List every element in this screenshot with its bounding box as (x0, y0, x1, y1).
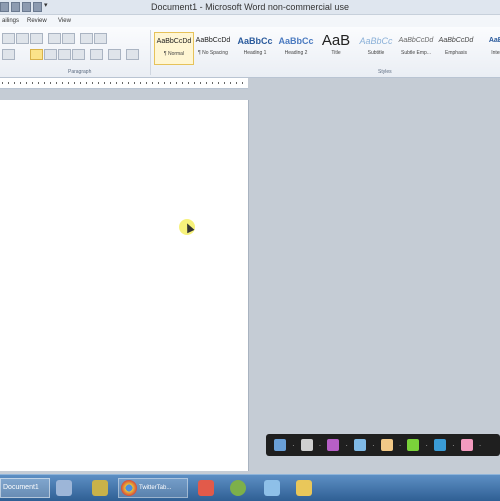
style-sample: AaBb (488, 37, 500, 44)
style-sample: AaBbCc (278, 36, 314, 46)
style-sample: AaBbCc (359, 36, 393, 46)
multilevel-list-button[interactable] (30, 33, 43, 44)
style-name: ¶ No Spacing (198, 50, 228, 56)
folder-icon[interactable] (296, 480, 312, 496)
window-title: Document1 - Microsoft Word non-commercia… (151, 2, 349, 12)
shading-button[interactable] (108, 49, 121, 60)
taskbar-app-icon-4[interactable] (230, 480, 246, 496)
group-separator (150, 30, 151, 75)
style-7[interactable]: AaBbCcDd Emphasis (436, 32, 476, 65)
screen-capture-tool-icon[interactable] (300, 439, 313, 451)
horizontal-ruler[interactable] (0, 78, 248, 89)
style-2[interactable]: AaBbCc Heading 1 (235, 32, 275, 65)
style-sample: AaB (321, 32, 351, 49)
style-sample: AaBbCcDd (195, 37, 231, 44)
sort-button[interactable] (80, 33, 93, 44)
ruler-ticks (2, 82, 246, 84)
title-bar: ▾ Document1 - Microsoft Word non-commerc… (0, 0, 500, 15)
ribbon-tab-bar: ailings Review View (0, 15, 500, 27)
taskbar-app-icon-2[interactable] (92, 480, 108, 496)
chrome-icon (121, 480, 137, 496)
numbering-button[interactable] (16, 33, 29, 44)
style-6[interactable]: AaBbCcDd Subtle Emp... (396, 32, 436, 65)
taskbar-app-icon-3[interactable] (198, 480, 214, 496)
style-name: ¶ Normal (163, 51, 185, 57)
paragraph-group-label: Paragraph (68, 69, 92, 75)
taskbar-app-icon-1[interactable] (56, 480, 72, 496)
align-center-button[interactable] (44, 49, 57, 60)
taskbar-app-icon-5[interactable] (264, 480, 280, 496)
style-name: Title (331, 50, 341, 56)
tab-mailings[interactable]: ailings (2, 18, 19, 24)
font-color-button[interactable] (2, 49, 15, 60)
justify-button[interactable] (72, 49, 85, 60)
borders-button[interactable] (126, 49, 139, 60)
style-sample: AaBbCcDd (398, 37, 434, 44)
taskbar-word-document[interactable]: Document1 (0, 478, 50, 498)
style-name: Heading 2 (284, 50, 308, 56)
style-name: Intens (491, 50, 500, 56)
style-sample: AaBbCcDd (156, 38, 192, 45)
style-0[interactable]: AaBbCcDd ¶ Normal (154, 32, 194, 65)
style-name: Subtle Emp... (400, 50, 431, 56)
bullets-button[interactable] (2, 33, 15, 44)
annotation-toolbar: · · · · · · · · (266, 434, 500, 456)
style-name: Emphasis (445, 50, 467, 56)
decrease-indent-button[interactable] (48, 33, 61, 44)
style-sample: AaBbCc (237, 36, 273, 46)
style-name: Subtitle (367, 50, 385, 56)
style-5[interactable]: AaBbCc Subtitle (356, 32, 396, 65)
align-left-button[interactable] (30, 49, 43, 60)
align-right-button[interactable] (58, 49, 71, 60)
taskbar: Document1 TwitterTab... (0, 474, 500, 501)
style-sample: AaBbCcDd (438, 37, 474, 44)
marker-tool-icon[interactable] (354, 439, 367, 451)
styles-group-label: Styles (378, 69, 392, 75)
document-page[interactable] (0, 100, 249, 471)
style-1[interactable]: AaBbCcDd ¶ No Spacing (193, 32, 233, 65)
increase-indent-button[interactable] (62, 33, 75, 44)
style-name: Heading 1 (243, 50, 267, 56)
tab-view[interactable]: View (58, 18, 71, 24)
show-formatting-button[interactable] (94, 33, 107, 44)
pointer-tool-icon[interactable] (274, 439, 286, 451)
text-tool-icon[interactable] (434, 439, 447, 451)
style-8[interactable]: AaBb Intens (478, 32, 500, 65)
eraser-tool-icon[interactable] (460, 439, 473, 451)
line-spacing-button[interactable] (90, 49, 103, 60)
style-4[interactable]: AaB Title (316, 32, 356, 65)
style-3[interactable]: AaBbCc Heading 2 (276, 32, 316, 65)
ribbon: Paragraph AaBbCcDd ¶ Normal AaBbCcDd ¶ No S… (0, 27, 500, 78)
highlighter-tool-icon[interactable] (407, 439, 420, 451)
chalk-tool-icon[interactable] (380, 439, 393, 451)
pen-tool-icon[interactable] (327, 439, 340, 451)
tab-review[interactable]: Review (27, 18, 47, 24)
